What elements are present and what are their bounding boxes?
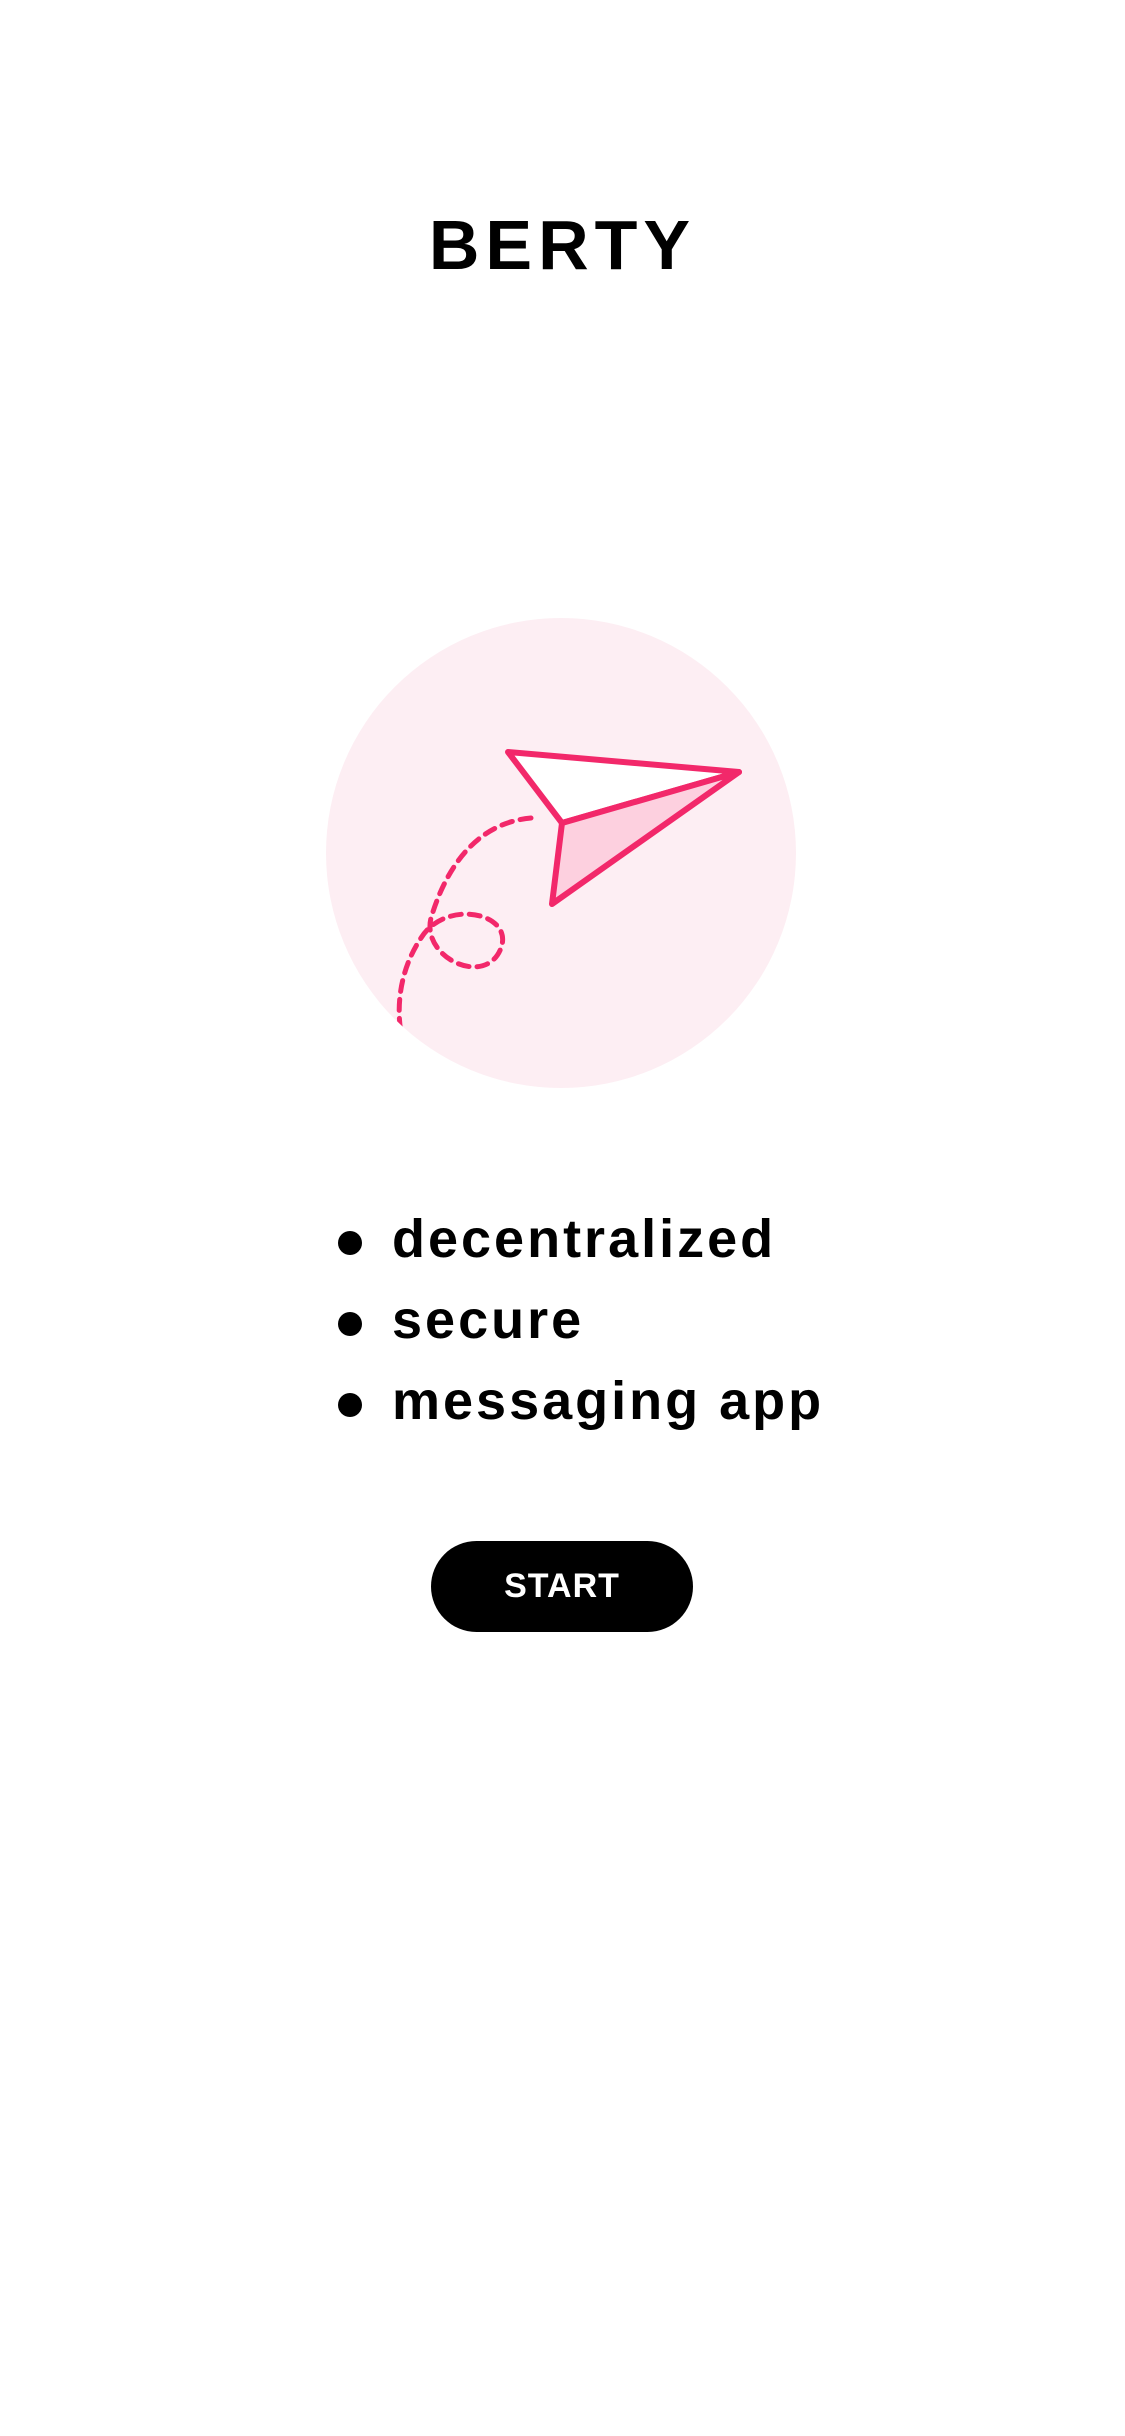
- tagline-text: decentralized: [392, 1208, 777, 1269]
- bullet-icon: [338, 1392, 362, 1417]
- tagline-item: messaging app: [338, 1360, 824, 1441]
- bullet-icon: [338, 1311, 362, 1336]
- app-title: BERTY: [428, 206, 697, 284]
- tagline-list: decentralized secure messaging app: [338, 1198, 824, 1441]
- tagline-text: messaging app: [392, 1370, 825, 1431]
- paper-plane-illustration: [326, 618, 796, 1088]
- start-button[interactable]: START: [431, 1541, 693, 1632]
- bullet-icon: [338, 1230, 362, 1255]
- tagline-item: decentralized: [338, 1198, 824, 1279]
- tagline-text: secure: [392, 1289, 585, 1350]
- paper-plane-icon: [326, 618, 796, 1088]
- tagline-item: secure: [338, 1279, 824, 1360]
